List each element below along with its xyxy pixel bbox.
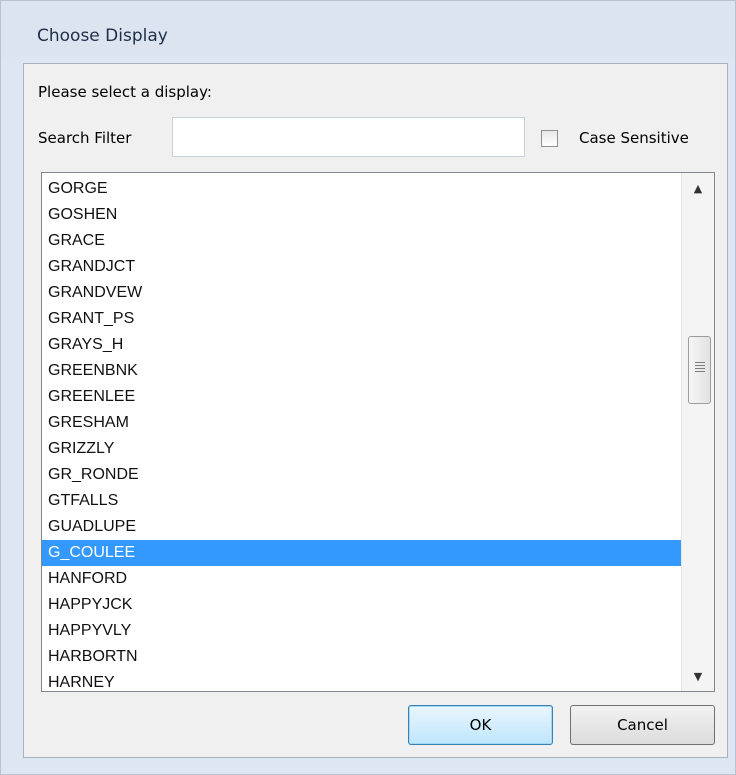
list-item[interactable]: GRACE xyxy=(42,228,682,254)
list-item[interactable]: GRIZZLY xyxy=(42,436,682,462)
list-item[interactable]: GUADLUPE xyxy=(42,514,682,540)
list-item[interactable]: GRAYS_H xyxy=(42,332,682,358)
scroll-down-arrow-icon[interactable]: ▼ xyxy=(682,661,714,691)
list-item[interactable]: HANFORD xyxy=(42,566,682,592)
choose-display-window: Choose Display Please select a display: … xyxy=(0,0,736,775)
display-list: GORGE GOSHEN GRACE GRANDJCT GRANDVEW GRANT_PS… xyxy=(42,173,682,691)
search-filter-label: Search Filter xyxy=(38,129,132,147)
list-item[interactable]: HARBORTN xyxy=(42,644,682,670)
search-filter-input[interactable] xyxy=(172,117,525,157)
list-item[interactable]: HAPPYJCK xyxy=(42,592,682,618)
list-item[interactable]: GRANDVEW xyxy=(42,280,682,306)
list-item[interactable]: HAPPYVLY xyxy=(42,618,682,644)
vertical-scrollbar[interactable]: ▲ ▼ xyxy=(681,173,714,691)
list-item[interactable]: GRESHAM xyxy=(42,410,682,436)
scrollbar-thumb[interactable] xyxy=(688,336,711,404)
list-item[interactable]: GOSHEN xyxy=(42,202,682,228)
list-item[interactable]: GREENLEE xyxy=(42,384,682,410)
list-item[interactable]: GRANDJCT xyxy=(42,254,682,280)
case-sensitive-label[interactable]: Case Sensitive xyxy=(579,129,689,147)
list-item[interactable]: GR_RONDE xyxy=(42,462,682,488)
dialog-body: Please select a display: Search Filter C… xyxy=(23,63,728,758)
cancel-button[interactable]: Cancel xyxy=(570,705,715,745)
list-item[interactable]: GREENBNK xyxy=(42,358,682,384)
case-sensitive-checkbox[interactable] xyxy=(541,130,558,147)
display-listbox[interactable]: GORGE GOSHEN GRACE GRANDJCT GRANDVEW GRANT_PS… xyxy=(41,172,715,692)
title-bar[interactable]: Choose Display xyxy=(1,1,735,57)
list-item[interactable]: G_COULEE xyxy=(42,540,682,566)
list-item[interactable]: GTFALLS xyxy=(42,488,682,514)
ok-button[interactable]: OK xyxy=(408,705,553,745)
list-item[interactable]: HARNEY xyxy=(42,670,682,691)
window-title: Choose Display xyxy=(37,26,168,46)
select-prompt: Please select a display: xyxy=(38,83,212,101)
list-item[interactable]: GRANT_PS xyxy=(42,306,682,332)
list-item[interactable]: GORGE xyxy=(42,176,682,202)
scroll-up-arrow-icon[interactable]: ▲ xyxy=(682,173,714,203)
grip-icon xyxy=(695,362,705,374)
